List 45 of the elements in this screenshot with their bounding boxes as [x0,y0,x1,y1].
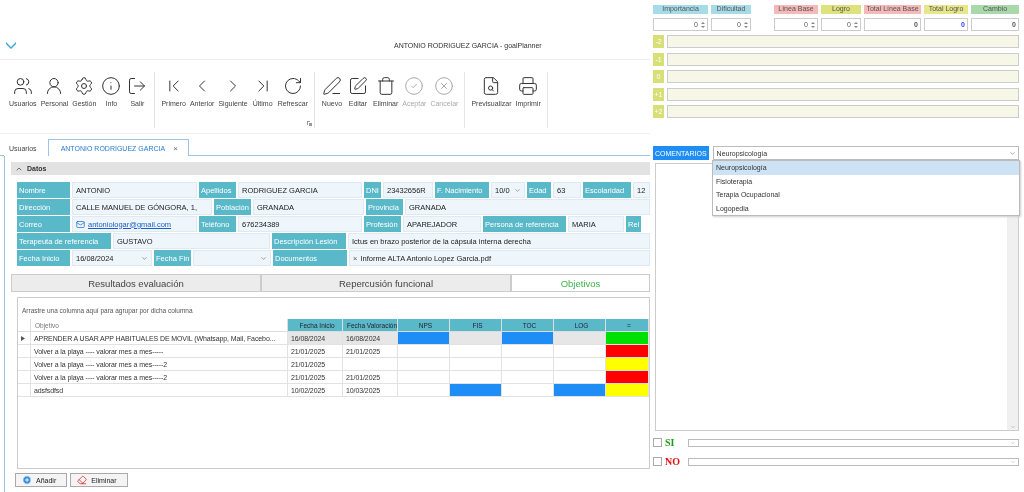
dropdown-icon[interactable] [514,186,521,194]
launcher-icon[interactable] [306,121,312,126]
close-icon[interactable]: × [173,143,178,153]
add-icon [22,475,32,485]
row-indicator[interactable] [18,332,31,345]
level-field[interactable] [667,105,1019,118]
dropdown-icon[interactable] [141,254,148,262]
spinner-icon[interactable] [854,20,858,29]
printer-icon [518,76,539,96]
checkbox[interactable] [653,438,662,447]
close-icon [434,76,455,96]
exit-icon [127,76,148,96]
edit-icon [347,76,368,96]
current-row-icon [21,335,25,341]
mail-icon [76,219,85,229]
logo-icon [6,42,16,49]
level-field[interactable] [667,87,1019,101]
level-field[interactable] [667,35,1019,48]
spinner-icon[interactable] [744,20,748,29]
dropdown-icon[interactable] [260,254,267,262]
tab[interactable]: Resultados evaluación [11,274,261,292]
spinner-icon[interactable] [701,20,705,29]
select-field[interactable] [688,457,1019,466]
trash-icon [375,76,396,96]
level-field[interactable] [667,52,1019,66]
dropdown-icon[interactable] [1010,439,1016,446]
checkbox[interactable] [653,457,662,466]
pen-icon [321,76,342,96]
check-icon [404,76,425,96]
checkbox-label: NO [665,456,681,467]
eraser-icon [77,475,88,485]
settings-icon [74,76,95,96]
date-field[interactable] [193,250,271,266]
info-icon [101,76,122,96]
select-field[interactable] [688,438,1019,447]
table-cell [343,358,398,371]
dropdown-icon[interactable] [1010,458,1016,465]
dropdown-icon[interactable] [1009,149,1016,157]
level-field[interactable] [667,70,1019,83]
users-icon [12,76,33,96]
scroll-down-icon[interactable] [1009,424,1016,430]
spinner-icon[interactable] [811,20,815,29]
refresh-icon [282,76,303,96]
checkbox-label: SI [665,437,676,448]
tab[interactable]: Repercusión funcional [261,274,511,292]
